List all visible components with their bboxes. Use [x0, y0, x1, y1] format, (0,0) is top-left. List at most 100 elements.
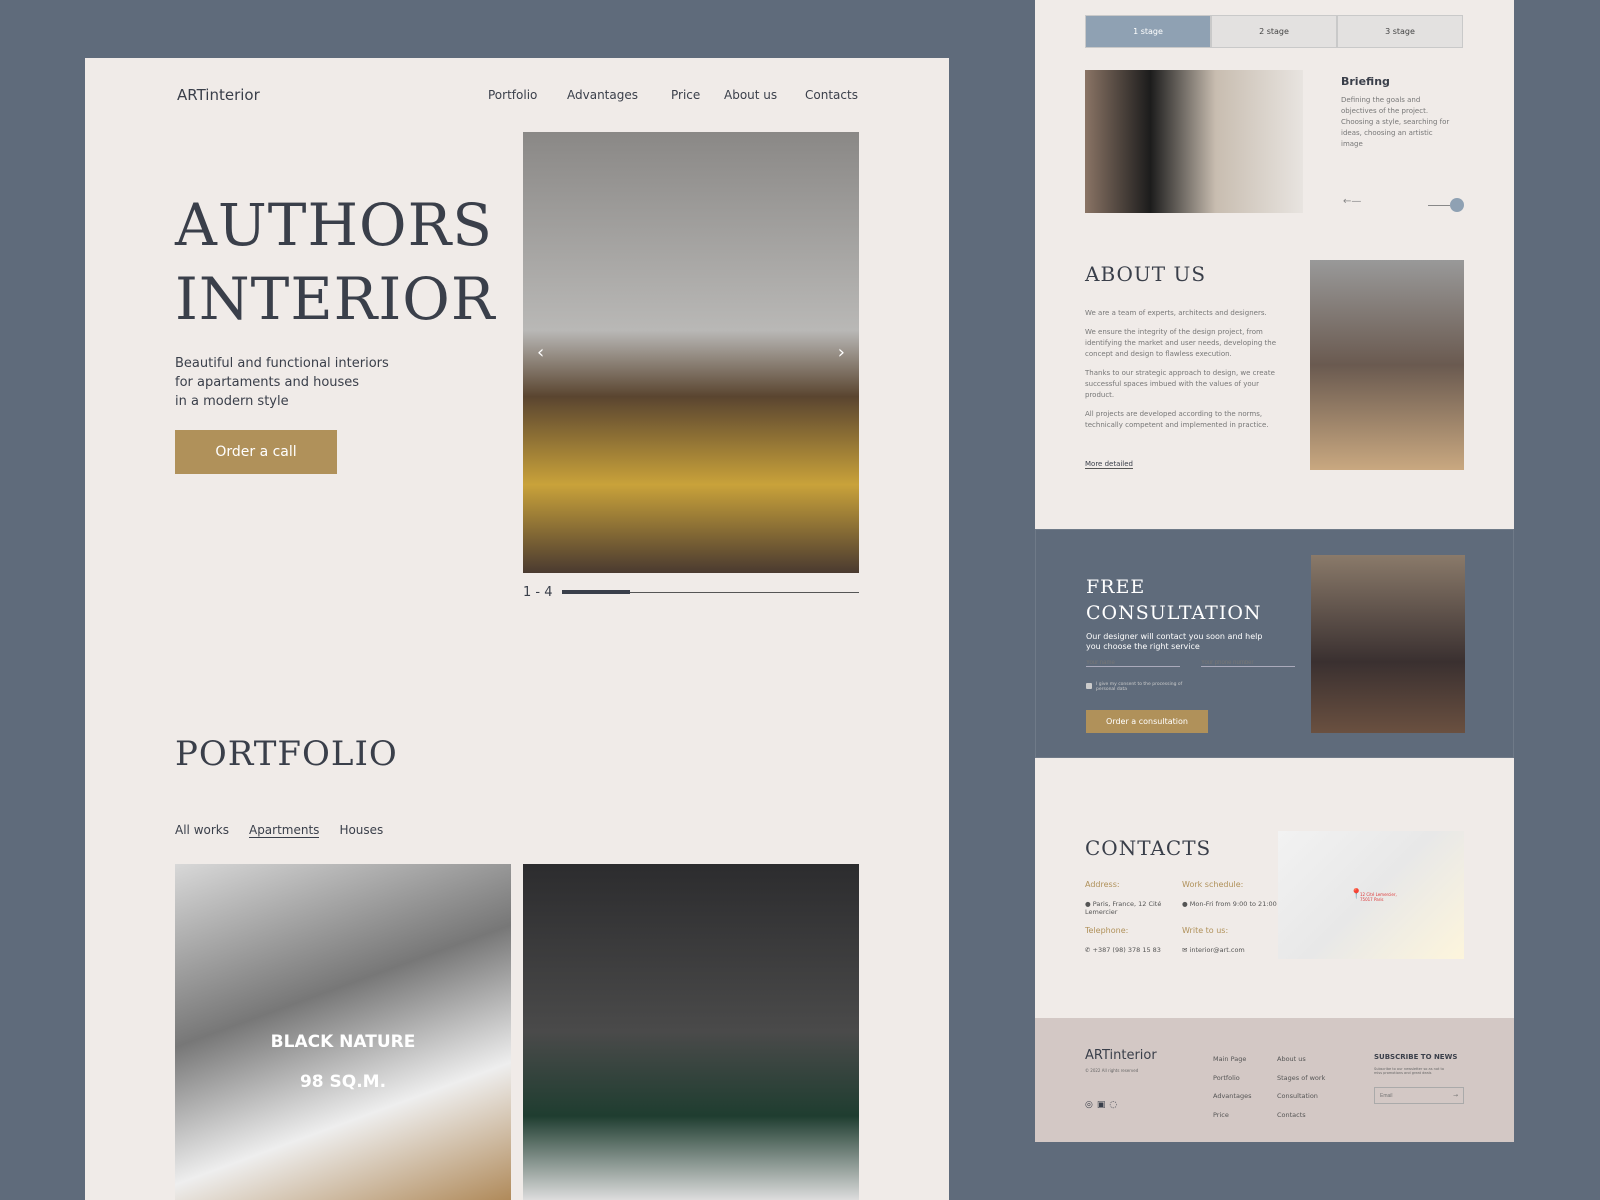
more-detailed-link[interactable]: More detailed [1085, 460, 1134, 469]
arrow-left-icon[interactable]: ←— [1343, 196, 1361, 207]
footer-link[interactable]: Advantages [1213, 1087, 1251, 1106]
phone-text: +387 (98) 378 15 83 [1092, 946, 1161, 954]
footer-link[interactable]: Portfolio [1213, 1069, 1251, 1088]
facebook-icon[interactable]: ▣ [1097, 1100, 1106, 1110]
hero-title-line: AUTHORS [175, 191, 493, 259]
card-caption: BLACK NATURE 98 SQ.M. [175, 1022, 511, 1102]
consent-checkbox[interactable] [1086, 683, 1092, 689]
order-call-button[interactable]: Order a call [175, 430, 337, 474]
hero-image: ‹ › [523, 132, 859, 573]
order-consultation-button[interactable]: Order a consultation [1086, 710, 1208, 733]
nav-about[interactable]: About us [724, 88, 777, 102]
email-value[interactable]: ✉ interior@art.com [1182, 946, 1245, 954]
title-line: FREE [1086, 576, 1146, 598]
footer-col-1: Main Page Portfolio Advantages Price [1213, 1050, 1251, 1124]
slider-progress[interactable] [562, 590, 859, 594]
stage-text: Defining the goals and objectives of the… [1341, 96, 1450, 148]
address-value: ● Paris, France, 12 Cité Lemercier [1085, 900, 1165, 916]
arrow-right-icon[interactable] [1428, 198, 1464, 212]
footer-link[interactable]: Consultation [1277, 1087, 1325, 1106]
tab-stage-1[interactable]: 1 stage [1085, 15, 1211, 48]
name-input[interactable] [1086, 660, 1180, 667]
subscribe-text: Subscribe to our newsletter so as not to… [1374, 1067, 1444, 1075]
stages-about-panel: 1 stage 2 stage 3 stage Briefing Definin… [1035, 0, 1514, 529]
footer-col-2: About us Stages of work Consultation Contac… [1277, 1050, 1325, 1124]
hero-title: AUTHORS INTERIOR [175, 188, 496, 336]
footer-link[interactable]: Price [1213, 1106, 1251, 1125]
main-page-card: ARTinterior Portfolio Advantages Price A… [85, 58, 949, 1200]
portfolio-card[interactable] [523, 864, 859, 1200]
filter-apartments[interactable]: Apartments [248, 823, 320, 838]
schedule-label: Work schedule: [1182, 880, 1244, 889]
filter-houses[interactable]: Houses [339, 823, 383, 838]
nav-contacts[interactable]: Contacts [805, 88, 858, 102]
portfolio-filters: All works Apartments Houses [175, 823, 383, 838]
slider-counter: 1 - 4 [523, 585, 553, 600]
map-pin-label: 12 Cité Lemercier, 75017 Paris [1360, 892, 1397, 902]
filter-all[interactable]: All works [175, 823, 229, 838]
subscribe-form: → [1374, 1087, 1464, 1104]
stage-title: Briefing [1341, 75, 1390, 88]
tab-stage-2[interactable]: 2 stage [1211, 15, 1337, 48]
nav-price[interactable]: Price [671, 88, 700, 102]
card-title: BLACK NATURE [270, 1032, 416, 1052]
subscribe-title: SUBSCRIBE TO NEWS [1374, 1053, 1458, 1061]
about-paragraph: All projects are developed according to … [1085, 410, 1269, 429]
phone-label: Telephone: [1085, 926, 1129, 935]
about-title: ABOUT US [1085, 262, 1207, 286]
map[interactable]: 📍 12 Cité Lemercier, 75017 Paris [1278, 831, 1464, 959]
about-text: We are a team of experts, architects and… [1085, 308, 1290, 439]
footer-link[interactable]: About us [1277, 1050, 1325, 1069]
tab-stage-3[interactable]: 3 stage [1337, 15, 1463, 48]
clock-icon: ● [1182, 900, 1190, 908]
title-line: CONSULTATION [1086, 602, 1262, 624]
kitchen-image [1311, 555, 1465, 733]
subscribe-email-input[interactable] [1380, 1092, 1440, 1099]
chevron-right-icon[interactable]: › [838, 342, 845, 363]
footer-logo[interactable]: ARTinterior [1085, 1048, 1157, 1063]
copyright: © 2022 All rights reserved [1085, 1068, 1139, 1073]
slider-progress-fill [562, 590, 631, 594]
about-paragraph: We are a team of experts, architects and… [1085, 309, 1267, 317]
consent-label: I give my consent to the processing of p… [1096, 682, 1183, 692]
schedule-text: Mon-Fri from 9:00 to 21:00 [1189, 900, 1277, 908]
consultation-panel: FREE CONSULTATION Our designer will cont… [1035, 529, 1514, 758]
address-text: Paris, France, 12 Cité Lemercier [1085, 900, 1162, 916]
whatsapp-icon[interactable]: ◌ [1109, 1100, 1117, 1110]
phone-value[interactable]: ✆ +387 (98) 378 15 83 [1085, 946, 1161, 954]
arrow-right-icon[interactable]: → [1453, 1092, 1458, 1099]
portfolio-card[interactable]: BLACK NATURE 98 SQ.M. [175, 864, 511, 1200]
contacts-panel: CONTACTS Address: ● Paris, France, 12 Ci… [1035, 758, 1514, 1018]
subtitle-line: in a modern style [175, 394, 289, 409]
consultation-text: Our designer will contact you soon and h… [1086, 632, 1263, 651]
hero-subtitle: Beautiful and functional interiors for a… [175, 354, 389, 411]
about-paragraph: We ensure the integrity of the design pr… [1085, 328, 1277, 358]
email-label: Write to us: [1182, 926, 1229, 935]
footer: ARTinterior © 2022 All rights reserved ◎… [1035, 1018, 1514, 1142]
stage-image [1085, 70, 1303, 213]
social-links: ◎ ▣ ◌ [1085, 1100, 1117, 1110]
subtitle-line: for apartaments and houses [175, 375, 360, 390]
phone-icon: ✆ [1085, 946, 1093, 954]
location-icon: ● [1085, 900, 1093, 908]
logo[interactable]: ARTinterior [177, 86, 260, 104]
nav-portfolio[interactable]: Portfolio [488, 88, 537, 102]
subtitle-line: Beautiful and functional interiors [175, 356, 389, 371]
footer-link[interactable]: Main Page [1213, 1050, 1251, 1069]
portfolio-title: PORTFOLIO [175, 734, 398, 774]
card-area: 98 SQ.M. [299, 1072, 387, 1092]
footer-link[interactable]: Stages of work [1277, 1069, 1325, 1088]
chevron-left-icon[interactable]: ‹ [537, 342, 544, 363]
phone-input[interactable] [1201, 660, 1295, 667]
email-text: interior@art.com [1189, 946, 1245, 954]
nav-advantages[interactable]: Advantages [567, 88, 638, 102]
about-paragraph: Thanks to our strategic approach to desi… [1085, 369, 1275, 399]
consultation-title: FREE CONSULTATION [1086, 574, 1262, 626]
mail-icon: ✉ [1182, 946, 1190, 954]
instagram-icon[interactable]: ◎ [1085, 1100, 1093, 1110]
address-label: Address: [1085, 880, 1120, 889]
schedule-value: ● Mon-Fri from 9:00 to 21:00 [1182, 900, 1277, 908]
hero-title-line: INTERIOR [175, 265, 496, 333]
contacts-title: CONTACTS [1085, 836, 1212, 860]
footer-link[interactable]: Contacts [1277, 1106, 1325, 1125]
